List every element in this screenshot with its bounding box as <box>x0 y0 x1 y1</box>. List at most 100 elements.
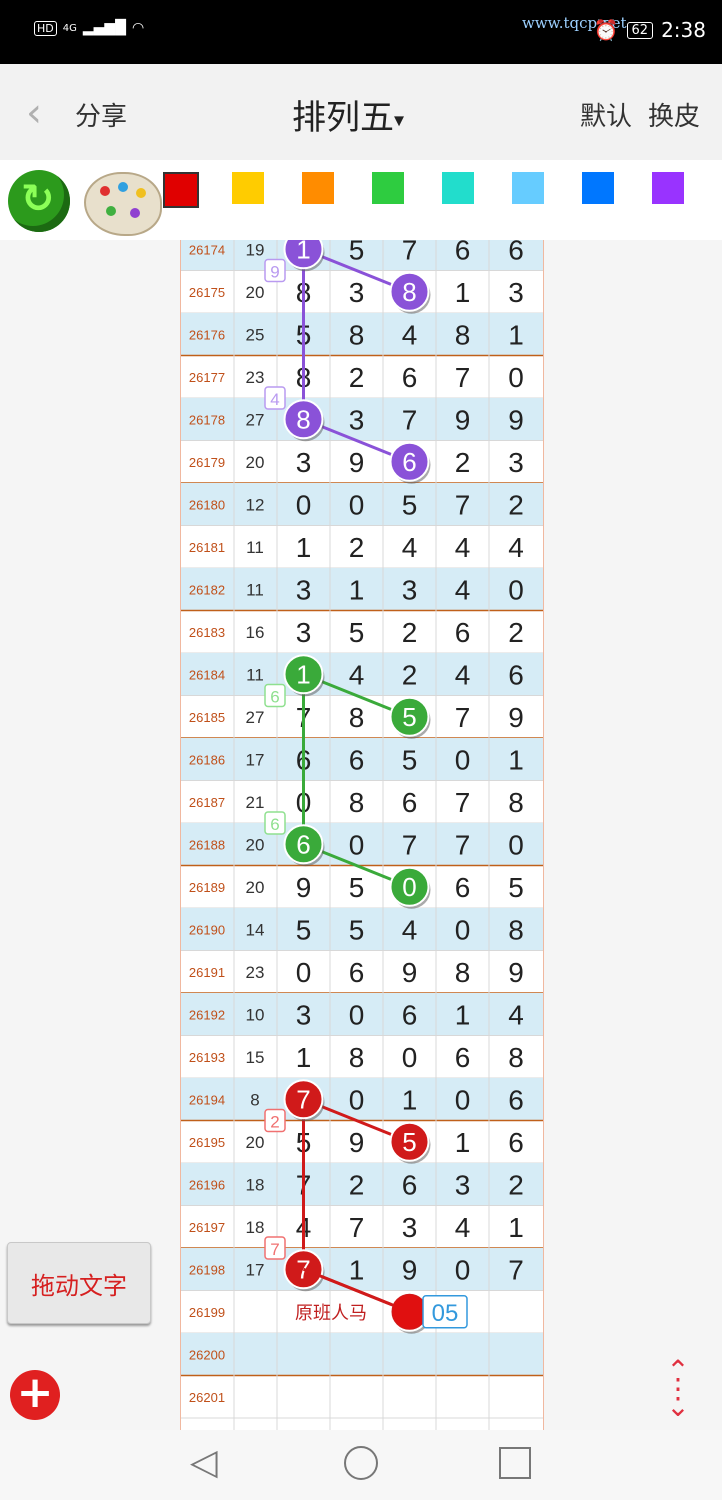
draw-digit: 2 <box>455 447 471 478</box>
wifi-icon: ◠ <box>131 20 145 36</box>
issue-number: 26186 <box>189 752 225 767</box>
color-swatch[interactable] <box>372 172 404 204</box>
draw-digit: 2 <box>349 1169 365 1200</box>
draw-digit: 7 <box>402 404 418 435</box>
lottery-type-selector[interactable]: 排列五▾ <box>292 90 404 139</box>
draw-digit: 3 <box>508 447 524 478</box>
draw-digit: 0 <box>296 957 312 988</box>
digit-sum: 27 <box>246 410 265 429</box>
draw-digit: 0 <box>455 1254 471 1285</box>
draw-digit: 8 <box>349 787 365 818</box>
draw-digit: 6 <box>455 1042 471 1073</box>
draw-digit: 9 <box>349 1127 365 1158</box>
issue-number: 26194 <box>189 1092 225 1107</box>
highlight-digit: 6 <box>296 829 310 859</box>
color-swatch[interactable] <box>163 172 199 208</box>
draw-digit: 8 <box>508 787 524 818</box>
draw-digit: 4 <box>455 532 471 563</box>
draw-digit: 1 <box>455 277 471 308</box>
gap-label: 6 <box>270 815 279 834</box>
drag-text-button[interactable]: 拖动文字 <box>7 1242 151 1324</box>
digit-sum: 19 <box>246 240 265 259</box>
color-swatch[interactable] <box>442 172 474 204</box>
status-right: ⏰ 62 2:38 <box>594 18 706 42</box>
scroll-down-icon: ⌄ <box>666 1390 690 1423</box>
draw-digit: 9 <box>402 1254 418 1285</box>
draw-digit: 7 <box>402 829 418 860</box>
system-recents-icon[interactable] <box>499 1447 531 1479</box>
default-button[interactable]: 默认 <box>580 96 632 133</box>
draw-digit: 3 <box>402 1212 418 1243</box>
issue-number: 26201 <box>189 1390 225 1405</box>
gap-label: 4 <box>270 390 279 409</box>
draw-digit: 7 <box>455 787 471 818</box>
share-button[interactable]: 分享 <box>75 96 127 133</box>
draw-digit: 4 <box>349 659 365 690</box>
color-swatch[interactable] <box>582 172 614 204</box>
digit-sum: 16 <box>246 623 265 642</box>
issue-number: 26187 <box>189 795 225 810</box>
gap-label: 7 <box>270 1240 279 1259</box>
draw-digit: 2 <box>349 532 365 563</box>
prediction-dot <box>392 1294 427 1329</box>
add-icon[interactable]: + <box>10 1370 60 1420</box>
draw-digit: 3 <box>296 574 312 605</box>
digit-sum: 23 <box>246 963 265 982</box>
draw-digit: 8 <box>508 1042 524 1073</box>
draw-digit: 1 <box>349 574 365 605</box>
digit-sum: 11 <box>246 538 264 557</box>
color-swatch[interactable] <box>652 172 684 204</box>
draw-digit: 4 <box>402 319 418 350</box>
draw-digit: 6 <box>508 1084 524 1115</box>
draw-digit: 5 <box>508 872 524 903</box>
draw-digit: 9 <box>508 404 524 435</box>
draw-digit: 2 <box>402 659 418 690</box>
draw-digit: 5 <box>349 914 365 945</box>
color-swatch[interactable] <box>302 172 334 204</box>
draw-digit: 6 <box>455 617 471 648</box>
issue-number: 26200 <box>189 1347 225 1362</box>
change-skin-button[interactable]: 换皮 <box>648 96 700 133</box>
draw-digit: 8 <box>455 957 471 988</box>
draw-digit: 2 <box>402 617 418 648</box>
draw-digit: 2 <box>508 617 524 648</box>
draw-digit: 2 <box>508 1169 524 1200</box>
network-indicator: 4G <box>62 22 77 34</box>
draw-digit: 1 <box>455 1127 471 1158</box>
highlight-digit: 5 <box>402 702 416 732</box>
digit-sum: 27 <box>246 708 265 727</box>
highlight-digit: 8 <box>402 277 416 307</box>
scroll-handle-icon[interactable]: ⌃ ⋮ ⌄ <box>664 1357 692 1423</box>
system-back-icon[interactable]: ◁ <box>190 1442 218 1483</box>
palette-icon[interactable] <box>84 172 162 236</box>
draw-digit: 9 <box>508 702 524 733</box>
color-swatch[interactable] <box>512 172 544 204</box>
color-swatch[interactable] <box>232 172 264 204</box>
draw-digit: 8 <box>349 1042 365 1073</box>
digit-sum: 17 <box>246 750 265 769</box>
digit-sum: 21 <box>246 793 265 812</box>
draw-digit: 8 <box>455 319 471 350</box>
draw-digit: 5 <box>349 617 365 648</box>
issue-number: 26176 <box>189 327 225 342</box>
issue-number: 26184 <box>189 667 225 682</box>
draw-digit: 6 <box>508 659 524 690</box>
draw-digit: 9 <box>349 447 365 478</box>
draw-digit: 5 <box>402 744 418 775</box>
digit-sum: 18 <box>246 1175 265 1194</box>
issue-number: 26195 <box>189 1135 225 1150</box>
highlight-digit: 5 <box>402 1127 416 1157</box>
draw-digit: 1 <box>508 319 524 350</box>
gap-label: 6 <box>270 688 279 707</box>
system-home-icon[interactable] <box>344 1446 378 1480</box>
draw-digit: 4 <box>402 532 418 563</box>
draw-digit: 3 <box>296 617 312 648</box>
highlight-digit: 1 <box>296 240 310 264</box>
refresh-icon[interactable]: ↻ <box>8 170 70 232</box>
highlight-digit: 0 <box>402 872 416 902</box>
issue-number: 26179 <box>189 455 225 470</box>
back-icon[interactable]: ‹ <box>26 90 42 136</box>
highlight-digit: 8 <box>296 404 310 434</box>
draw-digit: 1 <box>402 1084 418 1115</box>
draw-digit: 5 <box>402 489 418 520</box>
